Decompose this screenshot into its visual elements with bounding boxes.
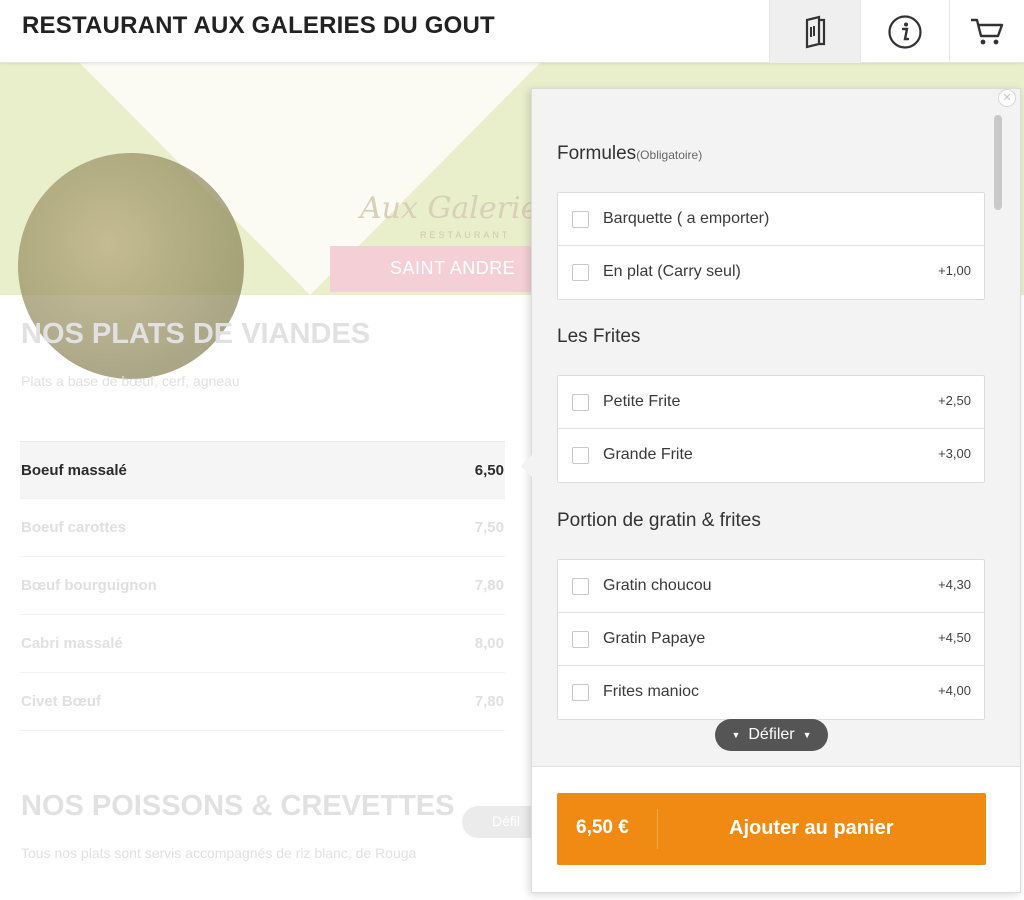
option-price: +4,30 [938,577,971,592]
option-item[interactable]: En plat (Carry seul) +1,00 [558,246,984,299]
option-label: Gratin Papaye [603,630,706,647]
menu-item-name: Boeuf massalé [21,461,127,479]
close-popover-button[interactable]: ✕ [998,89,1016,107]
caret-down-icon: ▼ [802,730,812,740]
menu-item[interactable]: Boeuf massalé 6,50 [20,441,505,499]
option-label: En plat (Carry seul) [603,263,741,280]
menu-item-price: 6,50 [474,461,504,479]
option-list: Petite Frite +2,50 Grande Frite +3,00 [557,375,985,483]
option-item[interactable]: Grande Frite +3,00 [558,429,984,482]
option-checkbox[interactable] [572,684,589,701]
option-item[interactable]: Petite Frite +2,50 [558,376,984,429]
option-group-label: Formules [557,143,637,164]
option-price: +4,00 [938,683,971,698]
total-price: 6,50 € [576,817,629,838]
scroll-down-button[interactable]: ▼ Défiler ▼ [715,719,828,751]
location-bar: SAINT ANDRE [330,246,540,292]
option-checkbox[interactable] [572,578,589,595]
menu-book-button[interactable] [769,0,860,63]
info-button[interactable] [860,0,949,63]
close-icon: ✕ [1002,92,1012,104]
menu-book-icon [805,15,826,48]
option-label: Frites manioc [603,683,700,700]
option-price: +3,00 [938,446,971,461]
popover-arrow [521,455,532,477]
section-title-poissons: NOS POISSONS & CREVETTES [21,790,455,822]
option-item[interactable]: Gratin choucou +4,30 [558,560,984,613]
cart-button[interactable] [949,0,1024,63]
option-group-label: Portion de gratin & frites [557,510,761,531]
restaurant-logo: Aux Galeries [360,191,554,226]
section-subtitle-viandes: Plats a base de bœuf, cerf, agneau [21,373,240,389]
section-subtitle-poissons: Tous nos plats sont servis accompagnés d… [21,845,417,861]
menu-item[interactable]: Cabri massalé 8,00 [20,615,505,673]
option-label: Gratin choucou [603,577,712,594]
add-to-cart-label: Ajouter au panier [729,817,894,839]
page-title: RESTAURANT AUX GALERIES DU GOUT [22,12,495,39]
option-group-title: Portion de gratin & frites [557,510,761,532]
option-label: Barquette ( a emporter) [603,210,770,227]
button-divider [657,809,658,849]
menu-item-name: Bœuf bourguignon [21,577,157,594]
option-list: Gratin choucou +4,30 Gratin Papaye +4,50… [557,559,985,720]
menu-item[interactable]: Civet Bœuf 7,80 [20,673,505,731]
option-checkbox[interactable] [572,264,589,281]
menu-item-price: 7,80 [474,577,504,594]
background-scroll-label: Défil [492,813,521,829]
option-item[interactable]: Gratin Papaye +4,50 [558,613,984,666]
add-to-cart-button[interactable]: 6,50 € Ajouter au panier [557,793,986,865]
menu-item-name: Boeuf carottes [21,519,127,536]
option-group-title: Formules(Obligatoire) [557,143,702,165]
caret-down-icon: ▼ [731,730,741,740]
option-checkbox[interactable] [572,447,589,464]
option-price: +2,50 [938,393,971,408]
option-item[interactable]: Frites manioc +4,00 [558,666,984,719]
option-checkbox[interactable] [572,211,589,228]
menu-item[interactable]: Boeuf carottes 7,50 [20,499,505,557]
option-item[interactable]: Barquette ( a emporter) [558,193,984,246]
menu-item[interactable]: Bœuf bourguignon 7,80 [20,557,505,615]
popover-scrollbar[interactable] [994,115,1002,210]
option-label: Petite Frite [603,393,681,410]
restaurant-logo-sub: RESTAURANT [420,230,511,240]
menu-item-price: 7,50 [474,519,504,536]
option-list: Barquette ( a emporter) En plat (Carry s… [557,192,985,300]
menu-item-name: Civet Bœuf [21,693,101,710]
option-checkbox[interactable] [572,394,589,411]
option-label: Grande Frite [603,446,693,463]
option-price: +1,00 [938,263,971,278]
menu-item-price: 7,80 [474,693,504,710]
section-title-viandes: NOS PLATS DE VIANDES [21,318,371,350]
menu-item-name: Cabri massalé [21,635,123,652]
cart-icon [971,18,1004,44]
option-checkbox[interactable] [572,631,589,648]
location-label: SAINT ANDRE [390,258,516,278]
option-price: +4,50 [938,630,971,645]
scroll-down-label: Défiler [748,726,795,743]
option-group-label: Les Frites [557,326,641,347]
option-group-title: Les Frites [557,326,640,348]
info-icon [888,14,922,49]
menu-item-price: 8,00 [474,635,504,652]
required-note: (Obligatoire) [636,148,703,162]
app-header: RESTAURANT AUX GALERIES DU GOUT [0,0,1024,63]
